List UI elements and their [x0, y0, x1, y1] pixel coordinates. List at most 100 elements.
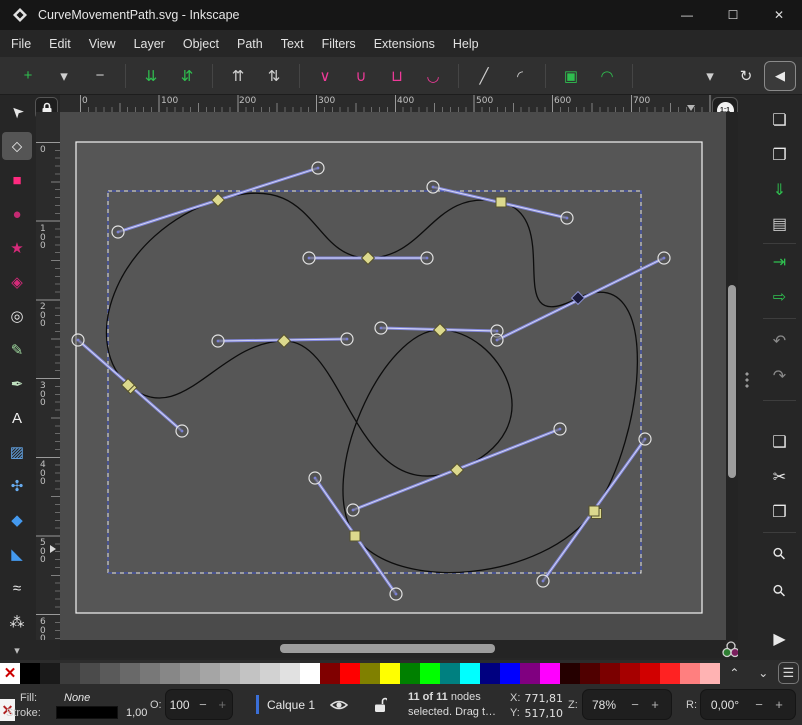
- menu-help[interactable]: Help: [444, 32, 488, 56]
- opacity-value[interactable]: 100: [166, 698, 193, 712]
- palette-swatch-29[interactable]: [600, 663, 620, 684]
- palette-swatch-10[interactable]: [220, 663, 240, 684]
- close-button[interactable]: ✕: [756, 0, 802, 30]
- menu-file[interactable]: File: [2, 32, 40, 56]
- snap-toolbar-handle[interactable]: [745, 371, 749, 389]
- menu-text[interactable]: Text: [272, 32, 313, 56]
- layer-name[interactable]: Calque 1: [267, 698, 315, 712]
- stroke-color-swatch[interactable]: [56, 706, 118, 719]
- palette-swatch-13[interactable]: [280, 663, 300, 684]
- horizontal-scrollbar[interactable]: [60, 640, 726, 658]
- auto-smooth-node-icon[interactable]: ◡: [418, 63, 448, 89]
- horizontal-scrollbar-thumb[interactable]: [280, 644, 495, 653]
- palette-swatch-12[interactable]: [260, 663, 280, 684]
- palette-swatch-27[interactable]: [560, 663, 580, 684]
- palette-swatch-20[interactable]: [420, 663, 440, 684]
- menu-object[interactable]: Object: [174, 32, 228, 56]
- insert-node-icon[interactable]: +: [13, 63, 43, 89]
- stroke-to-path-icon[interactable]: ◠: [592, 63, 622, 89]
- star-tool-icon[interactable]: ★: [2, 234, 32, 262]
- break-nodes-icon[interactable]: ⇈: [223, 63, 253, 89]
- fill-value[interactable]: None: [64, 692, 90, 704]
- ellipse-tool-icon[interactable]: ●: [2, 200, 32, 228]
- rotation-plus-button[interactable]: +: [769, 697, 789, 712]
- show-handles-icon[interactable]: ↻: [731, 63, 761, 89]
- join-nodes-icon[interactable]: ⇊: [136, 63, 166, 89]
- cut-icon[interactable]: ✂: [764, 463, 795, 491]
- palette-swatch-24[interactable]: [500, 663, 520, 684]
- palette-swatch-3[interactable]: [80, 663, 100, 684]
- spiral-tool-icon[interactable]: ◎: [2, 302, 32, 330]
- delete-segment-icon[interactable]: ⇅: [259, 63, 289, 89]
- palette-swatch-23[interactable]: [480, 663, 500, 684]
- layer-visibility-eye-icon[interactable]: [330, 698, 348, 712]
- delete-node-icon[interactable]: −: [85, 63, 115, 89]
- palette-swatch-21[interactable]: [440, 663, 460, 684]
- box3d-tool-icon[interactable]: ◈: [2, 268, 32, 296]
- copy-icon[interactable]: ❑: [764, 428, 795, 456]
- layer-lock-open-icon[interactable]: [374, 697, 387, 713]
- palette-swatch-15[interactable]: [320, 663, 340, 684]
- import-icon[interactable]: ⇥: [764, 248, 795, 276]
- palette-none-swatch[interactable]: ✕: [0, 663, 20, 684]
- rectangle-tool-icon[interactable]: ■: [2, 166, 32, 194]
- palette-swatch-19[interactable]: [400, 663, 420, 684]
- redo-icon[interactable]: ↷: [764, 362, 795, 390]
- palette-swatch-2[interactable]: [60, 663, 80, 684]
- menu-extensions[interactable]: Extensions: [365, 32, 444, 56]
- vertical-scrollbar-thumb[interactable]: [728, 285, 736, 478]
- opacity-spinbox[interactable]: 100 − +: [165, 689, 233, 720]
- rotation-value[interactable]: 0,00°: [701, 698, 749, 712]
- vertical-scrollbar[interactable]: [726, 112, 738, 640]
- corner-node-icon[interactable]: ∨: [310, 63, 340, 89]
- palette-swatch-16[interactable]: [340, 663, 360, 684]
- palette-swatch-5[interactable]: [120, 663, 140, 684]
- path-node-square[interactable]: [496, 197, 506, 207]
- palette-scroll-down[interactable]: ⌄: [749, 662, 778, 684]
- zoom-spinbox[interactable]: 78% − +: [582, 689, 672, 720]
- insert-node-dropdown-icon[interactable]: ▾: [49, 63, 79, 89]
- open-document-icon[interactable]: ❐: [764, 141, 795, 169]
- zoom-value[interactable]: 78%: [583, 698, 625, 712]
- palette-swatch-6[interactable]: [140, 663, 160, 684]
- new-document-icon[interactable]: ❏: [764, 106, 795, 134]
- path-node-square[interactable]: [350, 531, 360, 541]
- x-coord-dropdown-icon[interactable]: ▾: [695, 63, 725, 89]
- node-tool-icon[interactable]: ⬦: [2, 132, 32, 160]
- zoom-minus-button[interactable]: −: [625, 697, 645, 712]
- join-with-segment-icon[interactable]: ⇵: [172, 63, 202, 89]
- selector-tool-icon[interactable]: ➤: [0, 91, 38, 132]
- tweak-tool-icon[interactable]: ≈: [2, 574, 32, 602]
- export-icon[interactable]: ⇨: [764, 283, 795, 311]
- palette-swatch-0[interactable]: [20, 663, 40, 684]
- dropper-tool-icon[interactable]: ◆: [2, 506, 32, 534]
- palette-swatch-30[interactable]: [620, 663, 640, 684]
- palette-swatch-4[interactable]: [100, 663, 120, 684]
- palette-swatch-25[interactable]: [520, 663, 540, 684]
- expand-panel-icon[interactable]: ▶: [764, 625, 795, 653]
- undo-icon[interactable]: ↶: [764, 327, 795, 355]
- palette-swatch-31[interactable]: [640, 663, 660, 684]
- palette-swatch-18[interactable]: [380, 663, 400, 684]
- smooth-node-icon[interactable]: ∪: [346, 63, 376, 89]
- gradient-tool-icon[interactable]: ▨: [2, 438, 32, 466]
- print-icon[interactable]: ▤: [764, 210, 795, 238]
- palette-swatch-9[interactable]: [200, 663, 220, 684]
- object-to-path-icon[interactable]: ▣: [556, 63, 586, 89]
- palette-swatch-28[interactable]: [580, 663, 600, 684]
- palette-swatch-17[interactable]: [360, 663, 380, 684]
- pencil-tool-icon[interactable]: ✎: [2, 336, 32, 364]
- menu-path[interactable]: Path: [228, 32, 272, 56]
- make-curve-icon[interactable]: ◜: [505, 63, 535, 89]
- palette-swatch-32[interactable]: [660, 663, 680, 684]
- zoom-drawing-icon[interactable]: ⚲: [759, 570, 801, 612]
- mesh-gradient-tool-icon[interactable]: ✣: [2, 472, 32, 500]
- palette-swatch-8[interactable]: [180, 663, 200, 684]
- symmetric-node-icon[interactable]: ⊔: [382, 63, 412, 89]
- palette-swatch-22[interactable]: [460, 663, 480, 684]
- palette-swatch-33[interactable]: [680, 663, 700, 684]
- palette-menu-button[interactable]: ☰: [778, 662, 799, 684]
- text-tool-icon[interactable]: A: [2, 404, 32, 432]
- paste-icon[interactable]: ❒: [764, 498, 795, 526]
- palette-swatch-34[interactable]: [700, 663, 720, 684]
